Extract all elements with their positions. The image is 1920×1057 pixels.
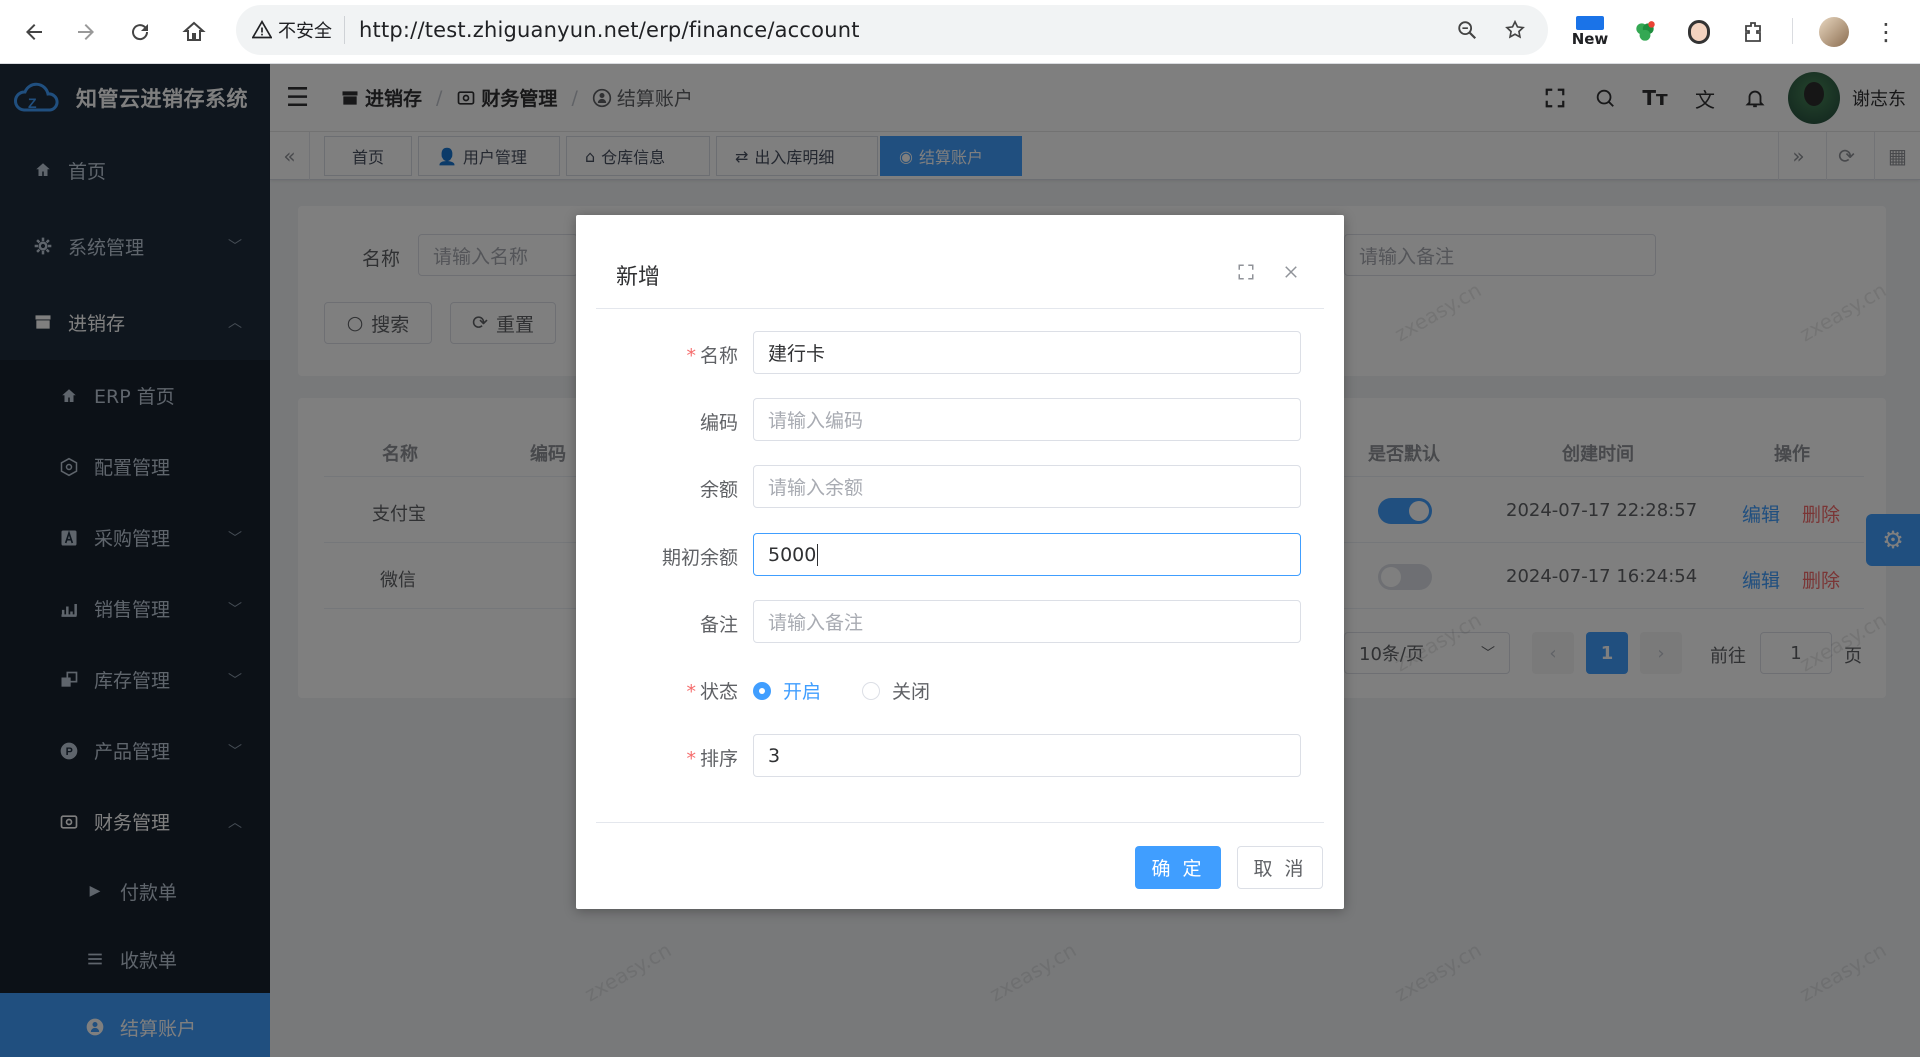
radio-label: 开启 (783, 681, 822, 703)
name-field-label: * 名称 (686, 341, 738, 368)
text-caret (817, 543, 819, 566)
url-text[interactable]: http://test.zhiguanyun.net/erp/finance/a… (359, 18, 860, 42)
bookmark-star-icon[interactable] (1500, 15, 1530, 45)
profile-extension-button[interactable] (1684, 12, 1714, 52)
radio-dot (862, 681, 880, 700)
arrow-right-icon (78, 24, 94, 40)
name-field[interactable]: 建行卡 (753, 331, 1301, 374)
back-button[interactable] (12, 10, 56, 54)
profile-avatar-icon (1819, 17, 1849, 47)
dialog-footer-divider (596, 822, 1324, 823)
browser-menu-button[interactable]: ⋮ (1872, 12, 1900, 52)
sort-field-value: 3 (768, 744, 781, 767)
name-field-value: 建行卡 (768, 343, 826, 365)
status-radio-on[interactable]: 开启 (753, 677, 821, 704)
dialog-header-divider (596, 308, 1324, 309)
address-bar[interactable]: 不安全 http://test.zhiguanyun.net/erp/finan… (236, 5, 1548, 55)
code-field-placeholder: 请输入编码 (768, 410, 864, 432)
close-icon[interactable] (1276, 257, 1306, 287)
browser-toolbar: 不安全 http://test.zhiguanyun.net/erp/finan… (0, 0, 1920, 64)
dialog-title: 新增 (616, 265, 661, 290)
forward-button[interactable] (64, 10, 108, 54)
name-field-label-text: 名称 (699, 345, 738, 367)
remark-field-label: 备注 (699, 614, 738, 636)
reload-icon (132, 24, 149, 41)
home-button[interactable] (172, 10, 216, 54)
required-mark: * (686, 345, 696, 367)
radio-dot (753, 681, 771, 700)
remark-field[interactable]: 请输入备注 (753, 600, 1301, 643)
clover-extension-button[interactable] (1630, 12, 1660, 52)
code-field[interactable]: 请输入编码 (753, 398, 1301, 441)
reload-button[interactable] (118, 10, 162, 54)
balance-field-label: 余额 (699, 479, 738, 501)
status-field-label-text: 状态 (699, 681, 738, 703)
status-radio-off[interactable]: 关闭 (862, 677, 930, 704)
cancel-button[interactable]: 取 消 (1237, 846, 1323, 889)
code-field-label: 编码 (699, 412, 738, 434)
clover-icon (1636, 21, 1655, 41)
initial-balance-field[interactable]: 5000 (753, 533, 1301, 576)
remark-field-placeholder: 请输入备注 (768, 612, 864, 634)
toolbar-divider (1792, 18, 1793, 44)
security-indicator[interactable]: 不安全 (248, 16, 345, 44)
zoom-icon[interactable] (1452, 15, 1482, 45)
profile-avatar-button[interactable] (1816, 12, 1852, 52)
radio-label: 关闭 (892, 681, 931, 703)
sort-field-label: * 排序 (686, 744, 738, 771)
new-badge: New (1571, 30, 1609, 48)
initial-balance-value: 5000 (768, 543, 817, 566)
new-extension-button[interactable]: New (1572, 12, 1608, 52)
status-field-label: * 状态 (686, 677, 738, 704)
extensions-button[interactable] (1738, 12, 1768, 52)
required-mark: * (686, 748, 696, 770)
security-label: 不安全 (278, 21, 332, 42)
balance-field-placeholder: 请输入余额 (768, 477, 864, 499)
maximize-icon[interactable] (1231, 257, 1261, 287)
required-mark: * (686, 681, 696, 703)
sort-field[interactable]: 3 (753, 734, 1301, 777)
initial-balance-field-label: 期初余额 (661, 547, 738, 569)
puzzle-icon (1745, 22, 1761, 42)
home-icon (182, 21, 206, 41)
sort-field-label-text: 排序 (699, 748, 738, 770)
kebab-menu-icon: ⋮ (1874, 18, 1898, 46)
face-icon (1688, 20, 1710, 44)
add-account-dialog: 新增 * 名称 建行卡 编码 请输入编码 余额 请输入余额 期初余额 5000 备… (576, 215, 1344, 909)
warning-icon (252, 20, 272, 39)
confirm-button[interactable]: 确 定 (1135, 846, 1221, 889)
extension-icon (1576, 16, 1604, 30)
arrow-left-icon (26, 24, 42, 40)
balance-field[interactable]: 请输入余额 (753, 465, 1301, 508)
